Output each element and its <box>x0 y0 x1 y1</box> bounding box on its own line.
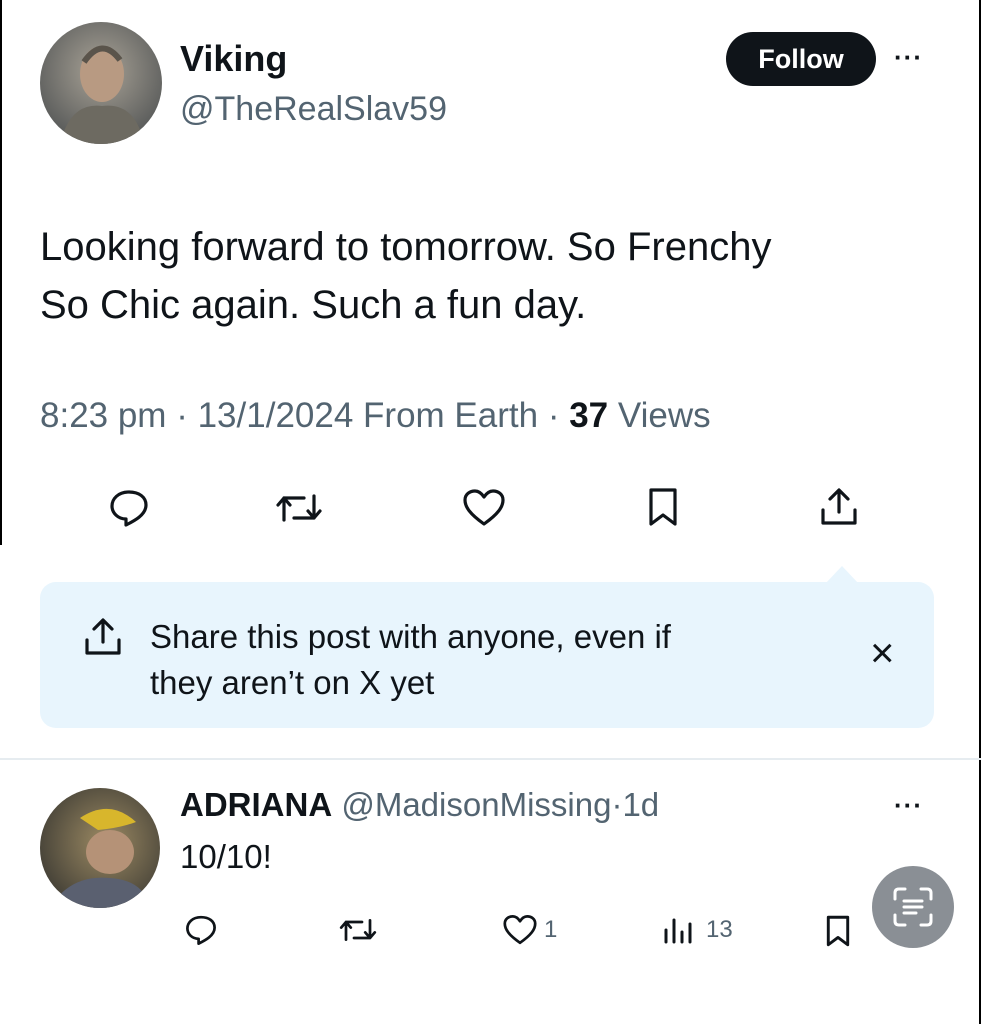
post-meta: 8:23 pm · 13/1/2024 From Earth · 37 View… <box>40 396 711 436</box>
text-scan-button[interactable] <box>872 866 954 948</box>
share-icon <box>82 616 124 658</box>
post-time[interactable]: 8:23 pm <box>40 396 166 435</box>
reply-author-handle[interactable]: @MadisonMissing <box>341 786 611 823</box>
reply-reply-icon[interactable] <box>184 914 218 946</box>
more-options-icon[interactable]: ··· <box>894 42 923 73</box>
share-banner: Share this post with anyone, even if the… <box>40 582 934 728</box>
reply-age[interactable]: 1d <box>622 786 659 823</box>
reply-repost-icon[interactable] <box>338 914 378 946</box>
reply-author-avatar[interactable] <box>40 788 160 908</box>
reply-header: ADRIANA @MadisonMissing·1d <box>180 786 659 824</box>
left-edge-bar <box>0 0 2 545</box>
reply-author-name[interactable]: ADRIANA <box>180 786 332 823</box>
close-icon[interactable]: × <box>870 632 895 674</box>
reply-like-icon[interactable] <box>502 914 538 946</box>
post-source: From Earth <box>363 396 539 435</box>
banner-pointer <box>826 566 858 583</box>
views-label: Views <box>617 396 711 435</box>
repost-icon[interactable] <box>274 488 324 528</box>
reply-separator: · <box>611 786 623 823</box>
post-text-line-1: Looking forward to tomorrow. So Frenchy <box>40 225 772 269</box>
views-count: 37 <box>569 396 609 435</box>
reply-bookmark-icon[interactable] <box>824 914 852 948</box>
reply-icon[interactable] <box>108 488 150 528</box>
like-icon[interactable] <box>462 488 506 528</box>
follow-button[interactable]: Follow <box>726 32 876 86</box>
reply-views-icon[interactable] <box>662 914 694 944</box>
author-name[interactable]: Viking <box>180 38 287 80</box>
text-scan-icon <box>893 887 933 927</box>
post-date[interactable]: 13/1/2024 <box>198 396 354 435</box>
divider <box>0 758 981 760</box>
share-icon[interactable] <box>818 486 860 528</box>
meta-separator: · <box>176 396 188 435</box>
reply-views-count: 13 <box>706 916 733 943</box>
reply-like-count: 1 <box>544 916 558 943</box>
meta-separator: · <box>547 396 560 435</box>
share-banner-text: Share this post with anyone, even if the… <box>150 614 790 706</box>
post-text: Looking forward to tomorrow. So Frenchy … <box>40 218 940 334</box>
share-banner-line-2: they aren’t on X yet <box>150 664 435 701</box>
author-handle[interactable]: @TheRealSlav59 <box>180 90 447 129</box>
reply-text: 10/10! <box>180 838 272 875</box>
reply-more-options-icon[interactable]: ··· <box>894 790 923 821</box>
post-text-line-2: So Chic again. Such a fun day. <box>40 283 587 327</box>
share-banner-line-1: Share this post with anyone, even if <box>150 618 671 655</box>
bookmark-icon[interactable] <box>646 486 680 528</box>
author-avatar[interactable] <box>40 22 162 144</box>
